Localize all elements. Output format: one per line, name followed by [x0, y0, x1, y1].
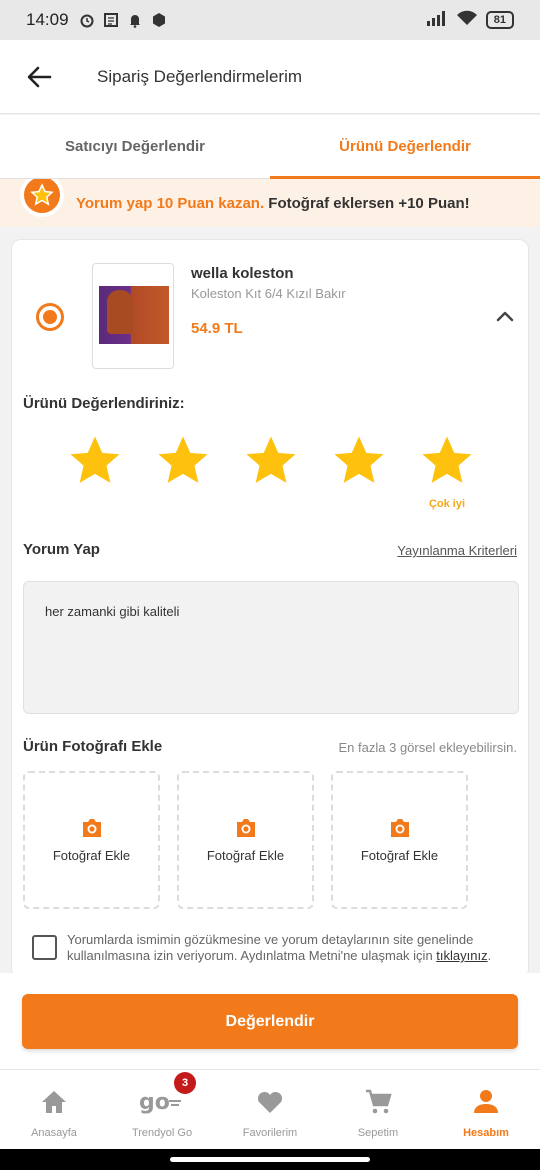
go-badge: 3 [174, 1072, 196, 1094]
nav-cart[interactable]: Sepetim [324, 1070, 432, 1149]
home-indicator[interactable] [170, 1157, 370, 1162]
user-icon [474, 1089, 498, 1113]
rating-star-3[interactable] [243, 433, 299, 489]
arrow-left-icon [27, 66, 52, 87]
submit-area: Değerlendir [0, 973, 540, 1069]
package-icon [151, 12, 167, 28]
product-image [92, 263, 174, 369]
camera-icon [236, 818, 255, 837]
star-badge-icon [20, 179, 64, 217]
add-photo-label: Fotoğraf Ekle [52, 847, 131, 863]
status-icons [79, 12, 167, 28]
star-icon [70, 436, 120, 483]
tab-rate-product[interactable]: Ürünü Değerlendir [270, 115, 540, 179]
status-time: 14:09 [26, 10, 69, 29]
consent-row: Yorumlarda ismimin gözükmesine ve yorum … [32, 932, 512, 964]
collapse-button[interactable] [493, 304, 517, 328]
battery-indicator: 81 [485, 11, 514, 29]
system-nav-bar [0, 1149, 540, 1170]
cart-icon [366, 1089, 392, 1113]
consent-text: Yorumlarda ismimin gözükmesine ve yorum … [67, 932, 512, 964]
comment-label: Yorum Yap [23, 541, 100, 558]
add-photo-button[interactable]: Fotoğraf Ekle [331, 771, 468, 909]
review-tabs: Satıcıyı Değerlendir Ürünü Değerlendir [0, 115, 540, 179]
submit-review-button[interactable]: Değerlendir [22, 994, 518, 1049]
status-bar: 14:09 81 [0, 0, 540, 40]
camera-icon [390, 818, 409, 837]
nav-favorites-label: Favorilerim [242, 1126, 298, 1139]
privacy-notice-link[interactable]: tıklayınız [436, 948, 487, 963]
nav-go-label: Trendyol Go [131, 1126, 193, 1139]
add-photo-label: Fotoğraf Ekle [360, 847, 439, 863]
star-icon [334, 436, 384, 483]
rating-label: Ürünü Değerlendiriniz: [23, 395, 185, 412]
product-box-image [99, 286, 169, 344]
consent-body: Yorumlarda ismimin gözükmesine ve yorum … [67, 932, 474, 963]
star-icon [158, 436, 208, 483]
product-price: 54.9 TL [191, 320, 243, 337]
nav-account[interactable]: Hesabım [432, 1070, 540, 1149]
app-header: Sipariş Değerlendirmelerim [0, 40, 540, 114]
back-button[interactable] [22, 60, 56, 94]
page-title: Sipariş Değerlendirmelerim [97, 66, 303, 86]
nav-cart-label: Sepetim [357, 1126, 399, 1139]
rating-star-4[interactable] [331, 433, 387, 489]
photo-hint: En fazla 3 görsel ekleyebilirsin. [338, 740, 517, 755]
camera-icon [82, 818, 101, 837]
promo-text: Yorum yap 10 Puan kazan. Fotoğraf eklers… [76, 195, 470, 212]
heart-icon [257, 1091, 283, 1113]
add-photo-button[interactable]: Fotoğraf Ekle [23, 771, 160, 909]
product-variant: Koleston Kıt 6/4 Kızıl Bakır [191, 286, 346, 301]
rating-star-5[interactable] [419, 433, 475, 489]
tab-rate-seller[interactable]: Satıcıyı Değerlendir [0, 115, 270, 178]
nav-home-label: Anasayfa [31, 1126, 77, 1139]
bell-icon [127, 12, 143, 28]
signal-icon [426, 10, 448, 31]
consent-suffix: . [487, 948, 492, 963]
promo-text-orange: Yorum yap 10 Puan kazan. [76, 194, 265, 212]
rating-caption: Çok iyi [428, 498, 466, 510]
news-icon [103, 12, 119, 28]
star-icon [246, 436, 296, 483]
add-photo-button[interactable]: Fotoğraf Ekle [177, 771, 314, 909]
nav-favorites[interactable]: Favorilerim [216, 1070, 324, 1149]
rating-star-1[interactable] [67, 433, 123, 489]
bottom-nav: Anasayfa go 3 Trendyol Go Favorilerim Se… [0, 1069, 540, 1149]
product-name: wella koleston [191, 265, 294, 282]
publishing-criteria-link[interactable]: Yayınlanma Kriterleri [397, 543, 517, 558]
nav-home[interactable]: Anasayfa [0, 1070, 108, 1149]
points-promo-banner: Yorum yap 10 Puan kazan. Fotoğraf eklers… [0, 179, 540, 227]
comment-input[interactable] [23, 581, 519, 714]
nav-trendyol-go[interactable]: go 3 Trendyol Go [108, 1070, 216, 1149]
chevron-up-icon [496, 311, 514, 322]
alarm-icon [79, 12, 95, 28]
rating-star-2[interactable] [155, 433, 211, 489]
add-photo-label: Fotoğraf Ekle [206, 847, 285, 863]
consent-checkbox[interactable] [32, 935, 57, 960]
nav-account-label: Hesabım [463, 1126, 509, 1139]
status-right: 81 [426, 10, 514, 31]
review-card: wella koleston Koleston Kıt 6/4 Kızıl Ba… [11, 239, 529, 979]
home-icon [42, 1090, 66, 1113]
photo-label: Ürün Fotoğrafı Ekle [23, 738, 163, 755]
svg-text:go: go [139, 1090, 170, 1115]
product-select-radio[interactable] [36, 303, 64, 331]
wifi-icon [456, 10, 478, 31]
star-icon [422, 436, 472, 483]
promo-text-dark: Fotoğraf eklersen +10 Puan! [268, 194, 470, 212]
